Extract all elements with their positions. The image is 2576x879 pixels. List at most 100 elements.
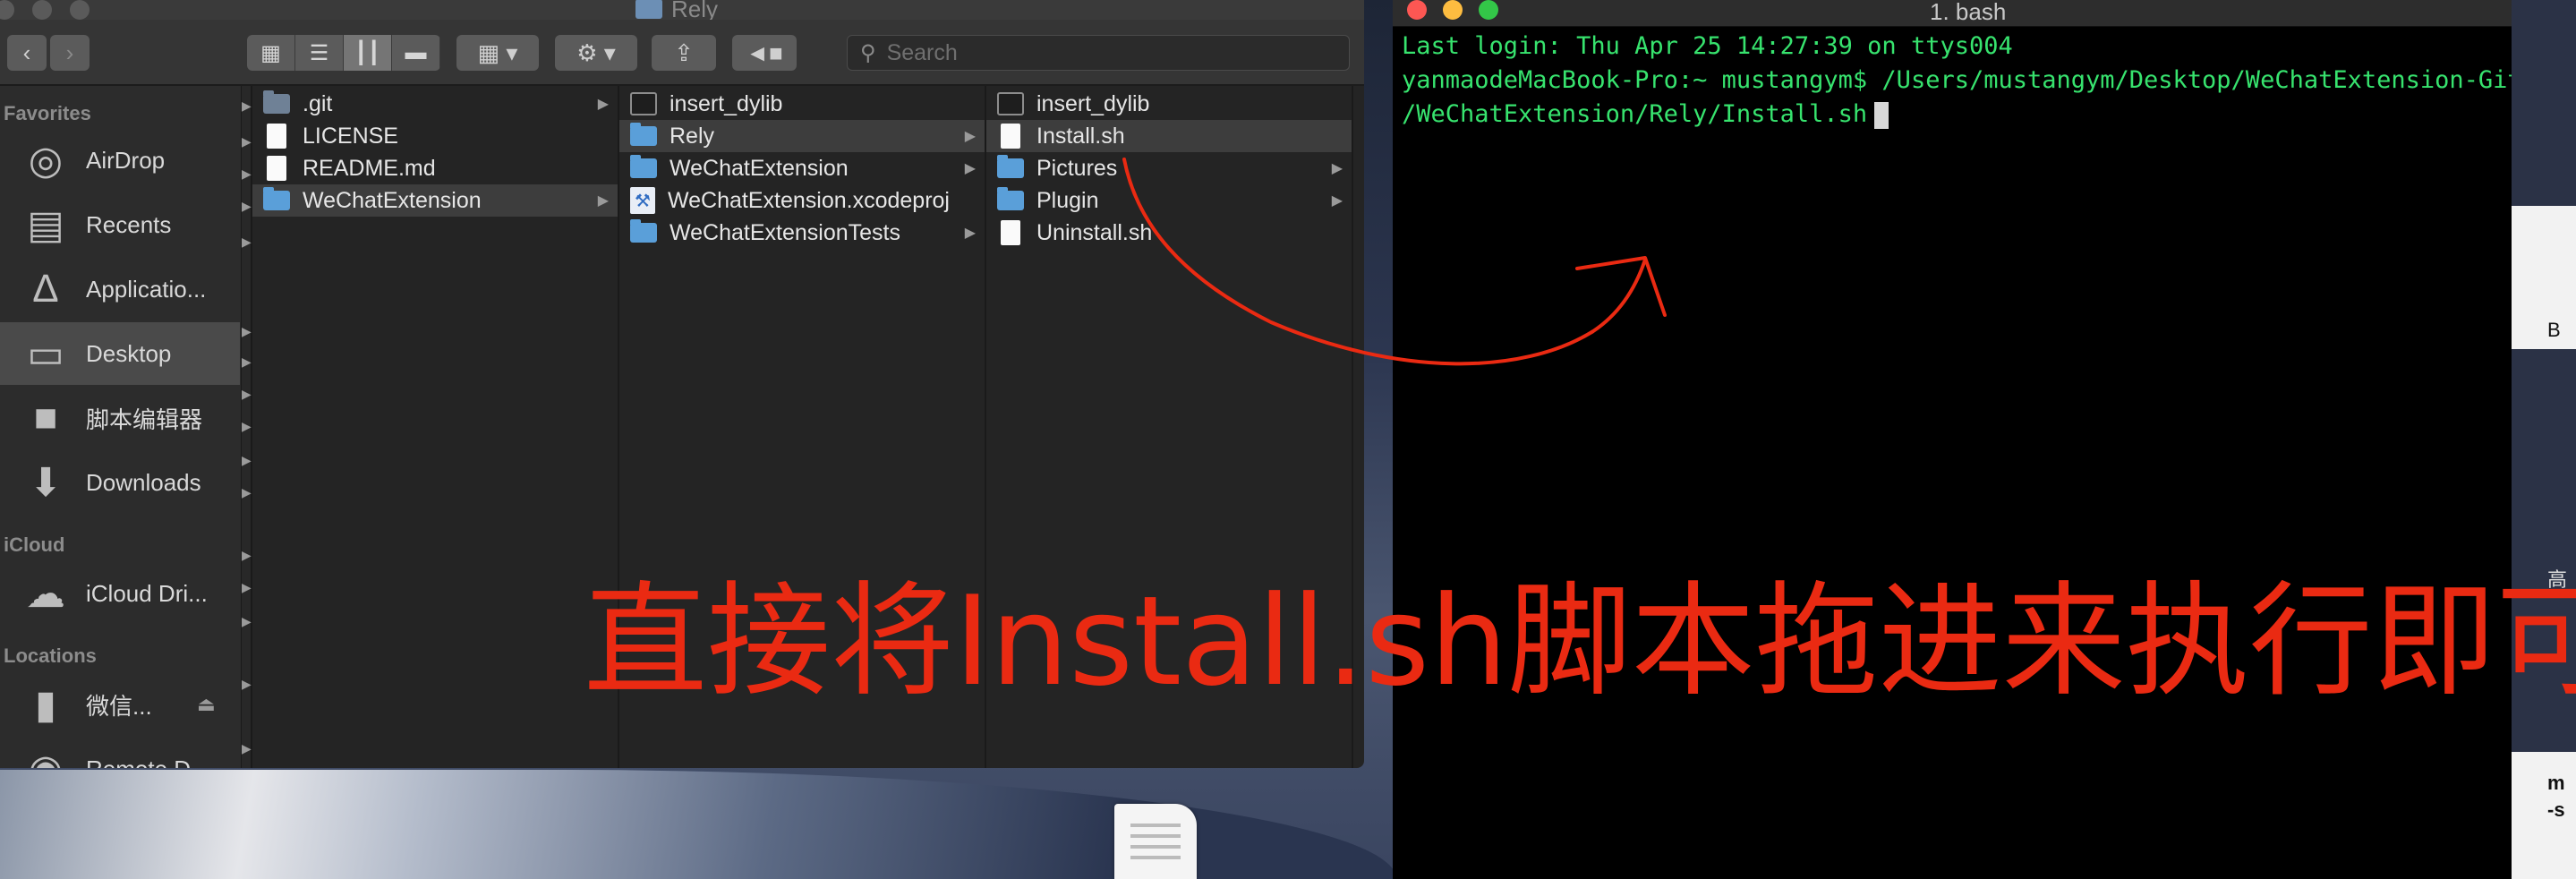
sidebar-item-script-editor[interactable]: ■ 脚本编辑器 [0, 387, 240, 449]
column-repo-root: .git ▶ LICENSE README.md WeChatExtension… [252, 86, 619, 768]
minimize-button[interactable] [1443, 0, 1463, 20]
annotation-text: 直接将Install.sh脚本拖进来执行即可 [584, 569, 2576, 713]
chevron-right-icon: ▶ [242, 98, 252, 113]
edge-label: m [2547, 772, 2565, 794]
list-item-label: WeChatExtension [303, 187, 482, 213]
terminal-titlebar: 1. bash [1393, 0, 2512, 27]
list-item[interactable]: WeChatExtension ▶ [619, 152, 985, 184]
sidebar-item-label: AirDrop [86, 146, 166, 174]
sidebar-item-icloud-drive[interactable]: ☁ iCloud Dri... [0, 562, 240, 625]
desktop-icon: ▭ [27, 331, 64, 376]
chevron-right-icon: ▶ [597, 193, 609, 209]
forward-button[interactable]: › [50, 35, 90, 71]
minimize-button[interactable] [32, 0, 52, 20]
favorites-header: Favorites [4, 102, 91, 124]
terminal-title: 1. bash [1930, 0, 2007, 25]
list-item-label: Pictures [1036, 155, 1118, 181]
close-button[interactable] [0, 0, 14, 20]
list-item[interactable]: LICENSE [252, 120, 618, 152]
list-item[interactable]: insert_dylib [986, 88, 1352, 120]
sidebar-item-wechat-disk[interactable]: ▮ 微信... ⏏ [0, 673, 240, 736]
folder-icon [630, 123, 657, 146]
executable-icon [630, 92, 657, 115]
list-item-label: WeChatExtension [670, 155, 849, 181]
list-item-label: README.md [303, 155, 436, 181]
list-item-label: insert_dylib [670, 90, 783, 116]
search-icon: ⚲ [860, 40, 876, 65]
finder-toolbar: ‹ › ▦ ☰ ┃┃ ▬ ▦ ▾ ⚙ ▾ ⇪ ◄■ ⚲ [0, 20, 1364, 86]
list-item[interactable]: WeChatExtensionTests ▶ [619, 217, 985, 249]
sidebar-item-label: Applicatio... [86, 275, 207, 303]
close-button[interactable] [1407, 0, 1427, 20]
gallery-view-icon[interactable]: ▬ [392, 35, 440, 71]
back-button[interactable]: ‹ [7, 35, 47, 71]
sidebar-item-label: Desktop [86, 339, 172, 367]
list-item[interactable]: README.md [252, 152, 618, 184]
share-icon: ⇪ [674, 38, 694, 66]
list-item[interactable]: .git ▶ [252, 88, 618, 120]
sidebar-item-applications[interactable]: ∆ Applicatio... [0, 258, 240, 320]
desktop-file-icon[interactable] [1114, 804, 1197, 879]
zoom-button[interactable] [1479, 0, 1498, 20]
chevron-right-icon: ▶ [1331, 161, 1343, 176]
remote-disc-icon: ◉ [18, 744, 73, 769]
folder-icon [630, 155, 657, 178]
list-item-selected[interactable]: Rely ▶ [619, 120, 985, 152]
column-view-icon[interactable]: ┃┃ [344, 35, 392, 71]
sidebar-item-label: 微信... [86, 692, 152, 720]
xcodeproj-icon: ⚒ [630, 187, 655, 214]
grid-view-icon[interactable]: ▦ [247, 35, 295, 71]
sidebar-item-airdrop[interactable]: ◎ AirDrop [0, 129, 240, 192]
search-input[interactable] [886, 39, 1317, 66]
sidebar-item-label: Downloads [86, 468, 201, 496]
sidebar-item-downloads[interactable]: ⬇ Downloads [0, 451, 240, 514]
recents-icon: ▤ [27, 202, 64, 247]
chevron-right-icon: ▶ [242, 387, 252, 401]
folder-icon [997, 155, 1024, 178]
applications-icon: ∆ [33, 267, 58, 311]
list-item-selected[interactable]: Install.sh [986, 120, 1352, 152]
airdrop-icon: ◎ [28, 138, 64, 183]
terminal-line: Last login: Thu Apr 25 14:27:39 on ttys0… [1402, 32, 2013, 60]
sidebar-item-label: Recents [86, 210, 172, 238]
search-field[interactable]: ⚲ [847, 35, 1350, 71]
list-item[interactable]: Pictures ▶ [986, 152, 1352, 184]
chevron-right-icon: ▶ [242, 741, 252, 755]
sidebar-item-label: Remote D... [86, 755, 238, 769]
folder-icon [635, 0, 662, 19]
finder-sidebar: Favorites ◎ AirDrop ▤ Recents ∆ Applicat… [0, 86, 242, 768]
folder-icon [263, 187, 290, 210]
background-window-panel [2512, 752, 2576, 879]
tag-button[interactable]: ◄■ [732, 35, 797, 71]
chevron-right-icon: › [65, 38, 74, 66]
chevron-right-icon: ▶ [964, 226, 976, 241]
action-button[interactable]: ⚙ ▾ [555, 35, 637, 71]
locations-header: Locations [4, 644, 97, 667]
list-item-label: Uninstall.sh [1036, 219, 1153, 245]
document-icon [267, 156, 286, 181]
list-item-label: Plugin [1036, 187, 1099, 213]
list-item[interactable]: Uninstall.sh [986, 217, 1352, 249]
list-item[interactable]: ⚒ WeChatExtension.xcodeproj [619, 184, 985, 217]
list-item-label: LICENSE [303, 123, 398, 149]
edge-label: B [2547, 319, 2561, 341]
chevron-right-icon: ▶ [242, 354, 252, 369]
folder-icon [263, 90, 290, 114]
list-view-icon[interactable]: ☰ [295, 35, 344, 71]
terminal-window[interactable]: 1. bash Last login: Thu Apr 25 14:27:39 … [1393, 0, 2565, 879]
sidebar-item-recents[interactable]: ▤ Recents [0, 193, 240, 256]
finder-titlebar: Rely [0, 0, 1364, 22]
chevron-right-icon: ▶ [1331, 193, 1343, 209]
group-by-button[interactable]: ▦ ▾ [456, 35, 539, 71]
chevron-right-icon: ▶ [242, 324, 252, 338]
sidebar-item-remote-disc[interactable]: ◉ Remote D... [0, 738, 240, 769]
eject-icon[interactable]: ⏏ [197, 693, 216, 716]
zoom-button[interactable] [70, 0, 90, 20]
list-item-label: WeChatExtension.xcodeproj [668, 187, 950, 213]
list-item[interactable]: Plugin ▶ [986, 184, 1352, 217]
chevron-right-icon: ▶ [242, 614, 252, 628]
list-item[interactable]: insert_dylib [619, 88, 985, 120]
share-button[interactable]: ⇪ [652, 35, 716, 71]
list-item-selected[interactable]: WeChatExtension ▶ [252, 184, 618, 217]
sidebar-item-desktop[interactable]: ▭ Desktop [0, 322, 240, 385]
